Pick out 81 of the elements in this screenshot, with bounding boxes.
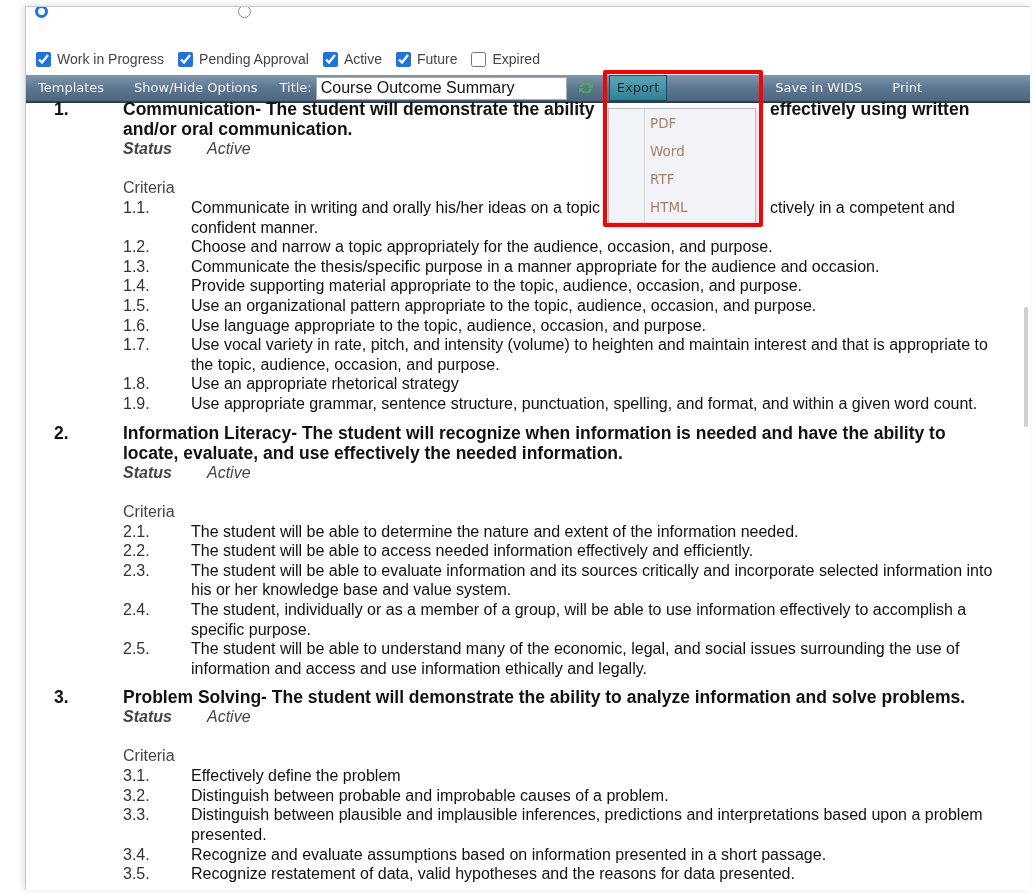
criterion-number: 1.7.	[123, 335, 151, 356]
criterion-text: The student will be able to evaluate information and its sources critically and incorporate selected information into his or her knowledge base and value system.	[191, 560, 994, 600]
criterion-text: The student, individually or as a member of a group, will be able to use information effectively to accomplish a specific purpose.	[191, 599, 968, 640]
criterion-text: Distinguish between probable and improbable causes of a problem.	[191, 785, 670, 806]
criterion-number: 1.9.	[123, 393, 151, 414]
checkbox[interactable]	[471, 51, 487, 67]
criterion-text: Recognize restatement of data, valid hypotheses and the reasons for data presented.	[191, 864, 796, 884]
criterion-text: Effectively define the problem	[191, 766, 402, 786]
criterion-number: 1.2.	[123, 237, 151, 257]
outcome-title: and/or oral communication.	[123, 119, 353, 139]
checkbox-label: Work in Progress	[57, 49, 165, 69]
title-field[interactable]: Course Outcome Summary	[315, 76, 567, 100]
criterion-number: 1.8.	[123, 374, 151, 394]
checkbox[interactable]	[36, 51, 51, 67]
criterion-text: Communicate in writing and orally his/her ideas on a topic	[191, 199, 601, 216]
criterion-text: Use an appropriate rhetorical strategy	[191, 374, 460, 394]
toolbar-button[interactable]: Show/Hide Options	[126, 75, 266, 101]
criterion-number: 3.5.	[123, 864, 151, 884]
criterion-number: 1.3.	[123, 256, 151, 277]
criterion-text: Use appropriate grammar, sentence structure, punctuation, spelling, and format, and within a given word count.	[191, 393, 979, 414]
status-value: Active	[207, 707, 251, 728]
criterion-text: Choose and narrow a topic appropriately for the audience, occasion, and purpose.	[191, 237, 774, 257]
outcome-title: Communication- The student will demonstrate the ability	[123, 99, 595, 119]
scrollbar[interactable]	[1024, 307, 1028, 427]
menu-button[interactable]: Save in WIDS	[767, 75, 871, 101]
criterion-text: The student will be able to access needed information effectively and efficiently.	[191, 541, 755, 561]
criterion-text: Provide supporting material appropriate to the topic, audience, occasion, and purpose.	[191, 276, 804, 296]
outcome-number: 2.	[53, 422, 70, 445]
criterion-text: The student will be able to understand many of the economic, legal, and social issues surrounding the use of information and access and use information ethically and legally.	[191, 639, 961, 679]
menu-button[interactable]: Export	[608, 75, 668, 101]
criterion-text: Communicate the thesis/specific purpose in a manner appropriate for the audience and occasion.	[191, 256, 881, 277]
criterion-text: The student will be able to determine the nature and extent of the information needed.	[191, 521, 800, 542]
radio-button[interactable]	[35, 7, 48, 18]
menu-item[interactable]: HTML	[609, 193, 755, 221]
status-value: Active	[207, 139, 251, 159]
criterion-text: Use language appropriate to the topic, audience, occasion, and purpose.	[191, 315, 708, 336]
checkbox-label: Expired	[492, 49, 540, 69]
menu-item[interactable]: Word	[609, 137, 755, 165]
status-label: Status	[123, 462, 173, 483]
criterion-number: 1.4.	[123, 276, 151, 296]
outcome-title: Problem Solving- The student will demonstrate the ability to analyze information and solve problems.	[123, 687, 967, 708]
menu-item[interactable]: PDF	[609, 109, 755, 137]
criterion-text: Use vocal variety in rate, pitch, and intensity (volume) to heighten and maintain interest and that is appropriate to the topic, audience, occasion, and purpose.	[191, 335, 989, 375]
status-label: Status	[123, 707, 173, 728]
criteria-heading: Criteria	[123, 746, 175, 767]
checkbox[interactable]	[322, 51, 338, 67]
criterion-number: 2.5.	[123, 639, 151, 660]
criterion-number: 1.5.	[123, 295, 151, 316]
status-value: Active	[207, 462, 251, 483]
criterion-number: 2.2.	[123, 541, 151, 561]
title-label: Title:	[279, 79, 312, 98]
criterion-text: Recognize and evaluate assumptions based on information presented in a short passage.	[191, 844, 828, 865]
checkbox-label: Future	[417, 49, 458, 69]
menu-button[interactable]: Print	[884, 75, 931, 101]
checkbox-label: Pending Approval	[199, 49, 309, 69]
checkbox[interactable]	[396, 51, 411, 67]
menu-item[interactable]: RTF	[609, 165, 755, 193]
outcome-number: 1.	[53, 99, 70, 121]
criterion-number: 3.4.	[123, 844, 151, 865]
criterion-number: 2.3.	[123, 560, 151, 581]
criterion-number: 2.4.	[123, 599, 151, 620]
checkbox[interactable]	[178, 51, 194, 67]
criterion-text: ctively in a competent and	[770, 199, 955, 216]
criterion-text: confident manner.	[191, 218, 319, 236]
criterion-number: 3.2.	[123, 785, 151, 806]
criteria-heading: Criteria	[123, 178, 175, 198]
status-label: Status	[123, 139, 173, 159]
criterion-number: 3.1.	[123, 766, 151, 786]
outcome-number: 3.	[53, 687, 70, 710]
checkbox-label: Active	[343, 49, 382, 69]
criterion-number: 3.3.	[123, 805, 151, 826]
criterion-number: 1.1.	[123, 198, 151, 218]
outcome-title: effectively using written	[770, 99, 970, 119]
criterion-text: Distinguish between plausible and implausible inferences, predictions and interpretations based upon a problem presented.	[191, 805, 984, 845]
criterion-text: Use an organizational pattern appropriate to the topic, audience, occasion, and purpose.	[191, 295, 818, 316]
criterion-number: 2.1.	[123, 521, 151, 542]
radio-button[interactable]	[238, 7, 251, 18]
criterion-number: 1.6.	[123, 315, 151, 336]
outcome-title: Information Literacy- The student will recognize when information is needed and have the ability to locate, evaluate, and use effectively the needed information.	[123, 422, 947, 463]
criteria-heading: Criteria	[123, 501, 175, 522]
toolbar-button[interactable]: Templates	[30, 75, 113, 101]
